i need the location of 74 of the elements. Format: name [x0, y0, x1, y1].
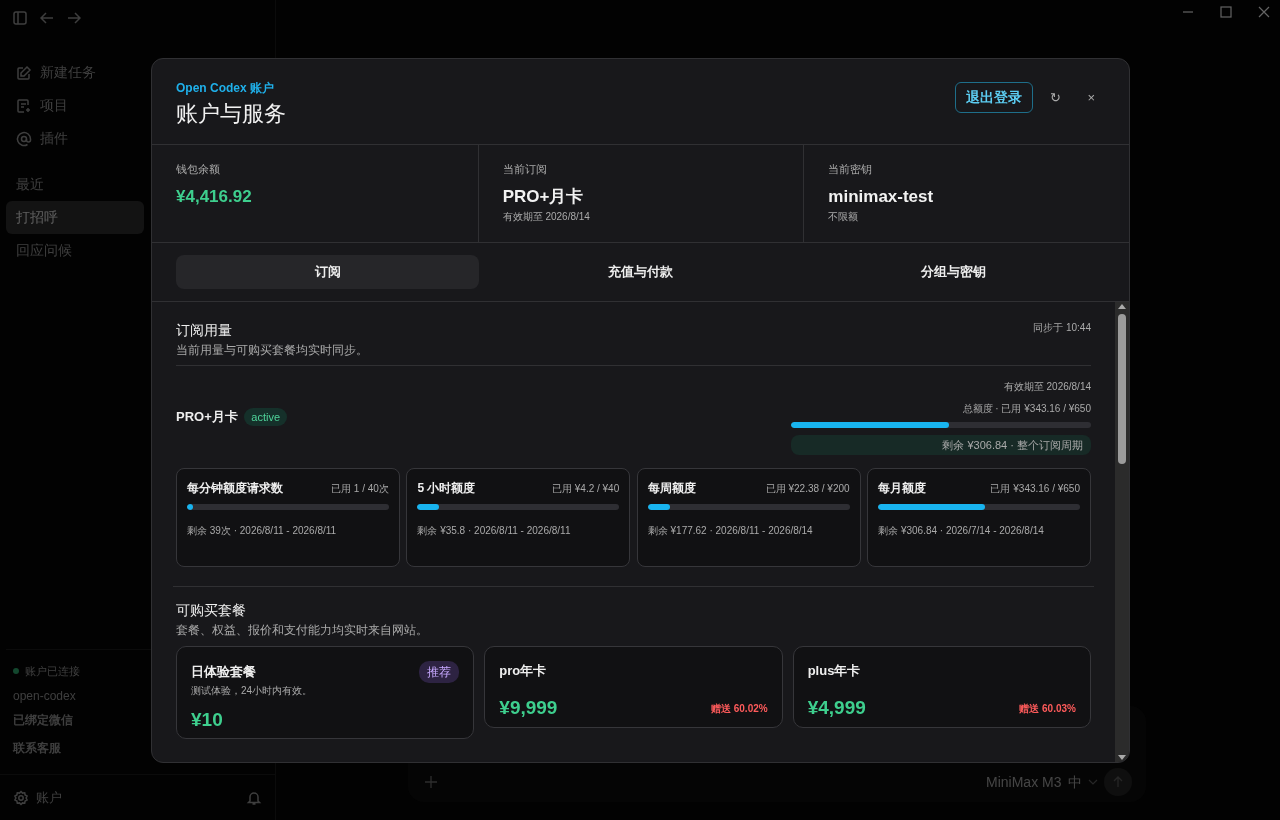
plan-name: plus年卡	[807, 661, 861, 680]
chevron-down-icon	[1087, 779, 1098, 785]
close-icon[interactable]	[1258, 6, 1270, 18]
bonus-text: 赠送 60.03%	[1019, 701, 1076, 716]
sidebar-link[interactable]: 已绑定微信	[0, 711, 86, 729]
summary-value: minimax-test	[828, 185, 935, 208]
summary-label: 钱包余额	[176, 162, 221, 177]
recent-item[interactable]: 打招呼	[6, 201, 144, 234]
sidebar-item[interactable]: 插件	[0, 122, 84, 155]
at-sign-icon	[16, 130, 32, 147]
refresh-button[interactable]: ↻	[1039, 84, 1071, 112]
quota-period: 剩余 39次 · 2026/8/11 - 2026/8/11	[187, 523, 338, 538]
bonus-text: 赠送 60.02%	[710, 701, 768, 716]
sidebar-toggle-icon[interactable]	[13, 11, 27, 25]
total-quota-text: 总额度 · 已用 ¥343.16 / ¥650	[962, 401, 1091, 416]
section-subtitle: 当前用量与可购买套餐均实时同步。	[176, 341, 368, 359]
forward-arrow-icon[interactable]	[67, 11, 81, 25]
effort-level: 中	[1067, 772, 1082, 792]
remaining-text: 剩余 ¥306.84 · 整个订阅周期	[791, 434, 1091, 455]
quota-period: 剩余 ¥35.8 · 2026/8/11 - 2026/8/11	[417, 523, 572, 538]
maximize-icon[interactable]	[1220, 6, 1232, 18]
quota-used: 已用 ¥4.2 / ¥40	[552, 481, 620, 496]
summary-value: ¥4,416.92	[176, 185, 253, 208]
logout-button[interactable]: 退出登录	[955, 82, 1034, 114]
dialog-title: 账户与服务	[176, 100, 286, 128]
plan-description: 测试体验，24小时内有效。	[191, 683, 314, 698]
plan-name: 日体验套餐	[191, 662, 256, 681]
summary-note: 有效期至 2026/8/14	[502, 210, 591, 224]
send-button[interactable]	[1104, 768, 1132, 796]
scrollbar-thumb[interactable]	[1118, 313, 1126, 464]
quota-name: 5 小时额度	[417, 480, 476, 497]
quota-name: 每月额度	[878, 480, 927, 497]
sidebar-item[interactable]: 项目	[0, 89, 84, 122]
plan-price: ¥10	[191, 707, 223, 732]
tab[interactable]: 订阅	[176, 255, 479, 289]
quota-name: 每周额度	[647, 480, 696, 497]
quota-used: 已用 1 / 40次	[331, 481, 389, 496]
plan-name: PRO+月卡	[176, 408, 238, 427]
tab[interactable]: 充值与付款	[489, 255, 792, 289]
section-title: 可购买套餐	[176, 601, 247, 620]
status-badge: active	[244, 407, 287, 427]
back-arrow-icon[interactable]	[40, 11, 54, 25]
plus-icon[interactable]	[424, 775, 438, 789]
summary-note: 不限额	[828, 210, 860, 224]
section-subtitle: 套餐、权益、报价和支付能力均实时来自网站。	[176, 622, 429, 639]
quota-period: 剩余 ¥177.62 · 2026/8/11 - 2026/8/14	[647, 523, 814, 538]
model-name: MiniMax M3	[986, 772, 1062, 792]
sync-time: 同步于 10:44	[1033, 320, 1091, 335]
account-link[interactable]: 账户	[35, 787, 240, 808]
plan-price: ¥9,999	[499, 696, 558, 720]
section-label: 最近	[15, 175, 45, 194]
scroll-down-icon[interactable]	[1117, 754, 1127, 762]
quota-name: 每分钟额度请求数	[187, 480, 283, 497]
section-title: 订阅用量	[176, 320, 233, 340]
summary-label: 当前订阅	[502, 162, 548, 177]
quota-period: 剩余 ¥306.84 · 2026/7/14 - 2026/8/14	[878, 523, 1045, 538]
note-icon	[16, 97, 32, 114]
plan-price: ¥4,999	[807, 696, 866, 720]
summary-value: PRO+月卡	[502, 185, 585, 208]
bell-icon[interactable]	[246, 789, 262, 806]
close-button[interactable]: ×	[1077, 84, 1105, 112]
settings-icon[interactable]	[13, 789, 29, 806]
quota-used: 已用 ¥22.38 / ¥200	[765, 481, 850, 496]
model-selector[interactable]: MiniMax M3 中	[986, 771, 1098, 793]
recommended-badge: 推荐	[419, 660, 460, 683]
dialog-eyebrow: Open Codex 账户	[176, 80, 275, 97]
expiry-text: 有效期至 2026/8/14	[1003, 380, 1091, 394]
sidebar-item[interactable]: 新建任务	[0, 56, 112, 89]
account-name: open-codex	[12, 687, 77, 705]
tab[interactable]: 分组与密钥	[802, 255, 1105, 289]
summary-label: 当前密钥	[828, 162, 874, 177]
plan-name: pro年卡	[499, 661, 547, 680]
sidebar-link[interactable]: 联系客服	[0, 738, 74, 757]
quota-used: 已用 ¥343.16 / ¥650	[990, 481, 1080, 496]
